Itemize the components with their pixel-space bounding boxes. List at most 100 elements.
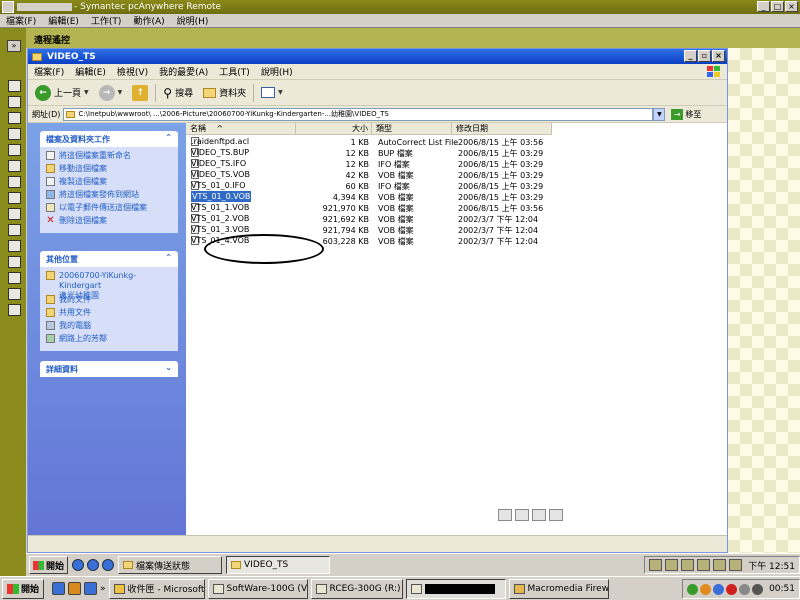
tray-icon[interactable] [726, 583, 738, 595]
help-icon[interactable] [8, 80, 21, 92]
taskbar-software-drive[interactable]: SoftWare-100G (V:) [207, 578, 308, 599]
sync-icon[interactable] [8, 160, 21, 172]
task-email[interactable]: 以電子郵件傳送這個檔案 [46, 203, 172, 216]
task-move[interactable]: 移動這個檔案 [46, 164, 172, 177]
start-button[interactable]: 開始 [2, 578, 45, 599]
file-name-cell[interactable]: VTS_01_4.VOB [191, 236, 249, 245]
address-dropdown-icon[interactable]: ▼ [653, 107, 666, 121]
network-icon[interactable] [8, 288, 21, 300]
place-shared-documents[interactable]: 共用文件 [46, 308, 172, 321]
table-row[interactable]: VTS_01_1.VOB 921,970 KB VOB 檔案 2006/8/15 上午… [186, 203, 727, 214]
file-name-cell[interactable]: .raidenftpd.acl [191, 137, 249, 146]
back-dropdown-icon[interactable]: ▼ [84, 89, 89, 96]
explorer-close-button[interactable]: × [712, 50, 725, 62]
views-button[interactable]: ▼ [258, 87, 286, 98]
settings-icon[interactable] [8, 176, 21, 188]
task-copy[interactable]: 複製這個檔案 [46, 177, 172, 190]
maximize-button[interactable]: □ [771, 1, 784, 12]
browser-icon[interactable] [72, 559, 85, 571]
menu-edit[interactable]: 編輯(E) [48, 14, 79, 27]
place-my-computer[interactable]: 我的電腦 [46, 321, 172, 334]
menu-help[interactable]: 說明(H) [177, 14, 209, 27]
collapse-chevron-icon[interactable]: ⌃ [165, 253, 172, 262]
place-network[interactable]: 網路上的芳鄰 [46, 334, 172, 347]
chat-icon[interactable] [8, 112, 21, 124]
exp-menu-help[interactable]: 說明(H) [261, 65, 293, 78]
up-folder-button[interactable]: ↑ [129, 84, 151, 101]
tray-app-icon[interactable] [697, 559, 711, 571]
task-delete[interactable]: ✕ 刪除這個檔案 [46, 216, 172, 229]
place-parent-folder[interactable]: 20060700-YiKunkg-Kindergart 逸光幼稚園 [46, 271, 172, 300]
file-name-cell[interactable]: VTS_01_0.IFO [191, 181, 246, 190]
back-button[interactable]: ← 上一頁 ▼ [32, 84, 92, 101]
file-name-cell[interactable]: VIDEO_TS.VOB [191, 170, 250, 179]
file-name-cell[interactable]: VTS_01_0.VOB [191, 191, 252, 202]
go-button[interactable]: → 移至 [671, 108, 701, 120]
other-places-header[interactable]: 其他位置 ⌃ [40, 251, 178, 267]
details-header[interactable]: 詳細資料 ⌄ [40, 361, 178, 377]
record-icon[interactable] [8, 272, 21, 284]
file-name-cell[interactable]: VTS_01_3.VOB [191, 225, 249, 234]
keyboard-icon[interactable] [8, 208, 21, 220]
tray-icon[interactable] [713, 583, 725, 595]
file-name-cell[interactable]: VTS_01_1.VOB [191, 203, 249, 212]
more-chevron-icon[interactable]: » [100, 584, 106, 594]
tray-app-icon[interactable] [665, 559, 679, 571]
taskbar-rceg-drive[interactable]: RCEG-300G (R:) [310, 578, 403, 599]
tray-icon[interactable] [752, 583, 764, 595]
tray-app-icon[interactable] [681, 559, 695, 571]
menu-task[interactable]: 工作(T) [91, 14, 122, 27]
column-size-header[interactable]: 大小 [296, 123, 372, 135]
column-date-header[interactable]: 修改日期 [452, 123, 552, 135]
table-row[interactable]: VTS_01_3.VOB 921,794 KB VOB 檔案 2002/3/7 下午 … [186, 225, 727, 236]
explorer-minimize-button[interactable]: _ [684, 50, 697, 62]
address-input[interactable]: C:\Inetpub\wwwroot\ ...\2006-Picture\200… [63, 107, 654, 121]
folders-button[interactable]: 資料夾 [200, 86, 249, 99]
tray-app-icon[interactable] [713, 559, 727, 571]
table-row[interactable]: VTS_01_0.IFO 60 KB IFO 檔案 2006/8/15 上午 03:2… [186, 181, 727, 192]
exp-menu-view[interactable]: 檢視(V) [117, 65, 148, 78]
exp-menu-file[interactable]: 檔案(F) [34, 65, 64, 78]
task-publish[interactable]: 將這個檔案發佈到網站 [46, 190, 172, 203]
forward-dropdown-icon[interactable]: ▼ [118, 89, 123, 96]
task-rename[interactable]: 將這個檔案重新命名 [46, 151, 172, 164]
desktop-icon[interactable] [102, 559, 115, 571]
taskbar-outlook[interactable]: 收件匣 - Microsoft... [108, 578, 205, 599]
table-row[interactable]: VIDEO_TS.VOB 42 KB VOB 檔案 2006/8/15 上午 03:2… [186, 170, 727, 181]
table-row[interactable]: VIDEO_TS.IFO 12 KB IFO 檔案 2006/8/15 上午 03:2… [186, 159, 727, 170]
table-row[interactable]: VTS_01_2.VOB 921,692 KB VOB 檔案 2002/3/7 下午 … [186, 214, 727, 225]
minimize-button[interactable]: _ [757, 1, 770, 12]
menu-action[interactable]: 動作(A) [133, 14, 164, 27]
session-icon[interactable] [8, 96, 21, 108]
monitor-icon[interactable] [8, 192, 21, 204]
tray-icon[interactable] [739, 583, 751, 595]
explorer-icon[interactable] [84, 582, 98, 595]
column-type-header[interactable]: 類型 [372, 123, 452, 135]
exp-menu-edit[interactable]: 編輯(E) [75, 65, 106, 78]
table-row[interactable]: VTS_01_0.VOB 4,394 KB VOB 檔案 2006/8/15 上午 0… [186, 191, 727, 203]
taskbar-fireworks[interactable]: Macromedia Firew... [508, 578, 609, 599]
screen-icon[interactable] [8, 144, 21, 156]
column-name-header[interactable]: 名稱 ^ [186, 123, 296, 135]
remote-task-video-ts[interactable]: VIDEO_TS [226, 556, 331, 574]
taskbar-pcanywhere[interactable] [405, 578, 506, 599]
file-name-cell[interactable]: VIDEO_TS.BUP [191, 148, 249, 157]
tray-icon[interactable] [687, 583, 699, 595]
table-row[interactable]: .raidenftpd.acl 1 KB AutoCorrect List File… [186, 137, 727, 148]
browser-icon[interactable] [52, 582, 66, 595]
exp-menu-favorites[interactable]: 我的最愛(A) [159, 65, 208, 78]
file-tasks-header[interactable]: 檔案及資料夾工作 ⌃ [40, 131, 178, 147]
views-dropdown-icon[interactable]: ▼ [278, 89, 283, 96]
tray-icon[interactable] [700, 583, 712, 595]
file-name-cell[interactable]: VIDEO_TS.IFO [191, 159, 246, 168]
table-row[interactable]: VIDEO_TS.BUP 12 KB BUP 檔案 2006/8/15 上午 03:2… [186, 148, 727, 159]
clipboard-icon[interactable] [8, 240, 21, 252]
exp-menu-tools[interactable]: 工具(T) [219, 65, 250, 78]
tray-app-icon[interactable] [649, 559, 663, 571]
transfer-icon[interactable] [8, 128, 21, 140]
media-icon[interactable] [87, 559, 100, 571]
collapse-chevron-icon[interactable]: ⌃ [165, 133, 172, 142]
close-button[interactable]: × [785, 1, 798, 12]
outlook-icon[interactable] [68, 582, 82, 595]
search-button[interactable]: ⚲ 搜尋 [160, 86, 196, 100]
